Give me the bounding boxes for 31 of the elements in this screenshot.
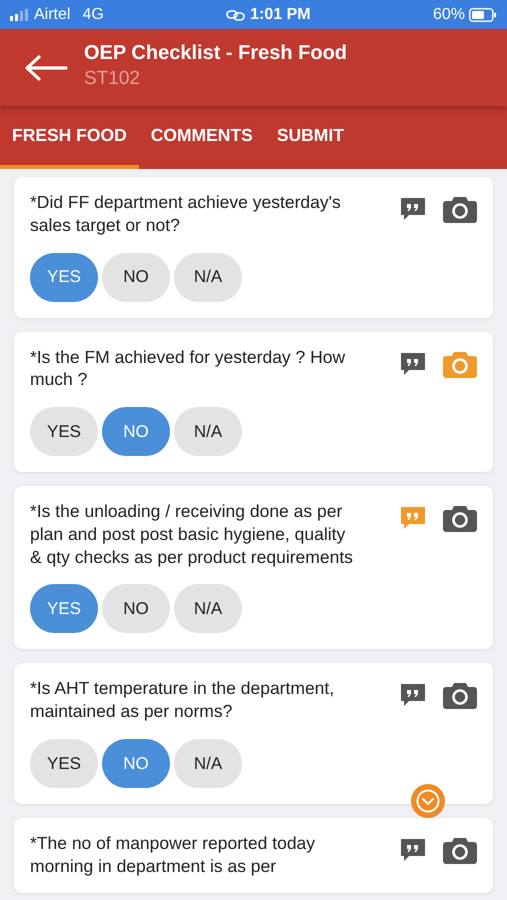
battery-icon [468, 8, 497, 22]
store-code: ST102 [84, 67, 141, 92]
tab[interactable]: SUBMIT [264, 106, 356, 169]
camera-icon[interactable] [443, 681, 477, 710]
camera-icon[interactable] [443, 195, 477, 223]
question-text: *The no of manpower reported today morning in department is as per [30, 832, 316, 878]
answer-option[interactable]: N/A [174, 407, 242, 456]
tab[interactable]: COMMENTS [138, 106, 265, 169]
network-type: 4G [82, 4, 104, 24]
link-icon [226, 8, 246, 20]
answer-option[interactable]: N/A [174, 584, 242, 634]
comment-icon[interactable] [399, 195, 427, 223]
battery-percent: 60% [432, 4, 465, 24]
answer-option[interactable]: NO [102, 584, 170, 634]
answer-option[interactable]: N/A [174, 738, 242, 788]
carrier-name: Airtel [34, 4, 70, 24]
camera-icon[interactable] [443, 504, 477, 532]
answer-option[interactable]: YES [30, 738, 98, 788]
back-button[interactable] [24, 54, 68, 80]
question-text: *Is the unloading / receiving done as per plan and post post basic hygiene, quality & qty checks as per product requirements [30, 500, 354, 568]
answer-option[interactable]: NO [102, 252, 170, 302]
tab[interactable]: FRESH FOOD [0, 106, 139, 169]
answer-option[interactable]: YES [30, 407, 98, 456]
screen-title: OEP Checklist - Fresh Food [84, 41, 348, 66]
camera-icon[interactable] [443, 836, 477, 864]
answer-option[interactable]: N/A [174, 252, 242, 302]
question-text: *Did FF department achieve yesterday's sales target or not? [30, 191, 342, 236]
signal-icon [10, 8, 30, 20]
question-text: *Is the FM achieved for yesterday ? How much ? [30, 346, 346, 391]
clock-time: 1:01 PM [250, 4, 311, 24]
question-text: *Is AHT temperature in the department, maintained as per norms? [30, 677, 336, 723]
